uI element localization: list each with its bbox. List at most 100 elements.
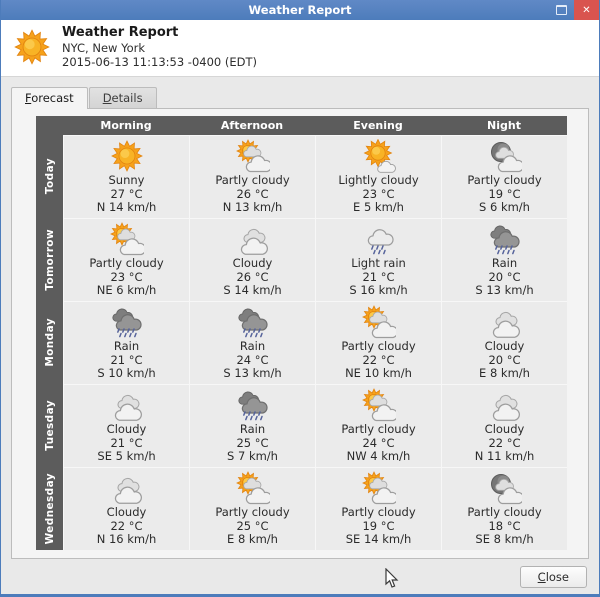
table-corner — [36, 116, 63, 135]
close-button[interactable]: Close — [519, 565, 587, 588]
temperature-label: 24 °C — [236, 352, 269, 367]
temperature-label: 21 °C — [110, 352, 143, 367]
temperature-label: 19 °C — [488, 186, 521, 201]
close-icon: ✕ — [582, 4, 591, 16]
forecast-cell-wednesday-evening: Partly cloudy 19 °C SE 14 km/h — [315, 467, 441, 550]
sun-cloud-icon — [235, 139, 272, 173]
temperature-label: 26 °C — [236, 186, 269, 201]
temperature-label: 23 °C — [110, 269, 143, 284]
forecast-cell-monday-night: Cloudy 20 °C E 8 km/h — [441, 301, 567, 384]
wind-label: SE 14 km/h — [345, 532, 412, 547]
tab-details[interactable]: Details — [88, 87, 157, 108]
wind-label: S 16 km/h — [349, 283, 408, 298]
titlebar[interactable]: Weather Report ✕ — [1, 0, 599, 20]
forecast-cell-wednesday-afternoon: Partly cloudy 25 °C E 8 km/h — [189, 467, 315, 550]
wind-label: S 13 km/h — [223, 366, 282, 381]
sun-cloud-icon — [109, 222, 146, 256]
temperature-label: 22 °C — [488, 435, 521, 450]
condition-label: Cloudy — [106, 505, 147, 520]
wind-label: E 8 km/h — [227, 532, 278, 547]
condition-label: Rain — [113, 339, 140, 354]
cloud-icon — [488, 305, 522, 339]
wind-label: N 11 km/h — [474, 449, 535, 464]
forecast-cell-monday-afternoon: Rain 24 °C S 13 km/h — [189, 301, 315, 384]
condition-label: Partly cloudy — [467, 505, 542, 520]
moon-cloud-icon — [488, 471, 524, 505]
wind-label: S 14 km/h — [223, 283, 282, 298]
condition-label: Partly cloudy — [215, 505, 290, 520]
temperature-label: 23 °C — [362, 186, 395, 201]
condition-label: Partly cloudy — [467, 173, 542, 188]
report-location: NYC, New York — [62, 41, 145, 55]
row-label-tuesday: Tuesday — [36, 384, 63, 467]
report-title: Weather Report — [62, 25, 179, 40]
condition-label: Cloudy — [484, 339, 525, 354]
condition-label: Partly cloudy — [341, 505, 416, 520]
condition-label: Light rain — [351, 256, 406, 271]
wind-label: E 5 km/h — [353, 200, 404, 215]
sun-cloud-icon — [361, 471, 398, 505]
temperature-label: 18 °C — [488, 518, 521, 533]
wind-label: N 14 km/h — [96, 200, 157, 215]
maximize-icon — [556, 5, 567, 15]
row-label-monday: Monday — [36, 301, 63, 384]
forecast-cell-tuesday-evening: Partly cloudy 24 °C NW 4 km/h — [315, 384, 441, 467]
report-header: Weather Report NYC, New York 2015-06-13 … — [1, 20, 599, 77]
sun-cloud-icon — [235, 471, 272, 505]
temperature-label: 20 °C — [488, 269, 521, 284]
forecast-cell-tomorrow-morning: Partly cloudy 23 °C NE 6 km/h — [63, 218, 189, 301]
tab-forecast[interactable]: Forecast — [11, 87, 88, 109]
condition-label: Rain — [239, 339, 266, 354]
cloud-icon — [488, 388, 522, 422]
sun-icon — [110, 139, 144, 173]
temperature-label: 26 °C — [236, 269, 269, 284]
forecast-cell-wednesday-night: Partly cloudy 18 °C SE 8 km/h — [441, 467, 567, 550]
rain-icon — [488, 222, 522, 256]
forecast-cell-today-afternoon: Partly cloudy 26 °C N 13 km/h — [189, 135, 315, 218]
rain-icon — [236, 388, 270, 422]
dialog-footer: Close — [1, 559, 599, 594]
rain-icon — [236, 305, 270, 339]
forecast-cell-tomorrow-night: Rain 20 °C S 13 km/h — [441, 218, 567, 301]
condition-label: Cloudy — [106, 422, 147, 437]
cloud-icon — [110, 388, 144, 422]
sun-cloud-icon — [361, 305, 398, 339]
cloud-icon — [236, 222, 270, 256]
temperature-label: 24 °C — [362, 435, 395, 450]
light-rain-icon — [362, 222, 396, 256]
window-title: Weather Report — [248, 3, 352, 17]
forecast-cell-tuesday-night: Cloudy 22 °C N 11 km/h — [441, 384, 567, 467]
row-label-tomorrow: Tomorrow — [36, 218, 63, 301]
temperature-label: 22 °C — [362, 352, 395, 367]
wind-label: S 7 km/h — [227, 449, 278, 464]
temperature-label: 21 °C — [110, 435, 143, 450]
wind-label: SE 5 km/h — [97, 449, 156, 464]
temperature-label: 19 °C — [362, 518, 395, 533]
forecast-table: Morning Afternoon Evening Night Today Sunny 27… — [36, 116, 588, 550]
temperature-label: 21 °C — [362, 269, 395, 284]
wind-label: S 13 km/h — [475, 283, 534, 298]
tab-bar: Forecast Details — [11, 87, 589, 109]
report-timestamp: 2015-06-13 11:13:53 -0400 (EDT) — [62, 55, 257, 69]
wind-label: NE 6 km/h — [96, 283, 157, 298]
close-window-button[interactable]: ✕ — [574, 0, 599, 20]
rain-icon — [110, 305, 144, 339]
maximize-button[interactable] — [549, 0, 574, 20]
cloud-icon — [110, 471, 144, 505]
wind-label: NE 10 km/h — [345, 366, 412, 381]
temperature-label: 22 °C — [110, 518, 143, 533]
forecast-cell-tuesday-afternoon: Rain 25 °C S 7 km/h — [189, 384, 315, 467]
temperature-label: 25 °C — [236, 435, 269, 450]
wind-label: N 13 km/h — [222, 200, 283, 215]
forecast-cell-wednesday-morning: Cloudy 22 °C N 16 km/h — [63, 467, 189, 550]
condition-label: Cloudy — [484, 422, 525, 437]
temperature-label: 27 °C — [110, 186, 143, 201]
forecast-cell-monday-morning: Rain 21 °C S 10 km/h — [63, 301, 189, 384]
forecast-cell-today-morning: Sunny 27 °C N 14 km/h — [63, 135, 189, 218]
moon-cloud-icon — [488, 139, 524, 173]
forecast-cell-today-evening: Lightly cloudy 23 °C E 5 km/h — [315, 135, 441, 218]
sun-icon — [13, 28, 51, 66]
condition-label: Rain — [491, 256, 518, 271]
row-label-wednesday: Wednesday — [36, 467, 63, 550]
condition-label: Partly cloudy — [89, 256, 164, 271]
